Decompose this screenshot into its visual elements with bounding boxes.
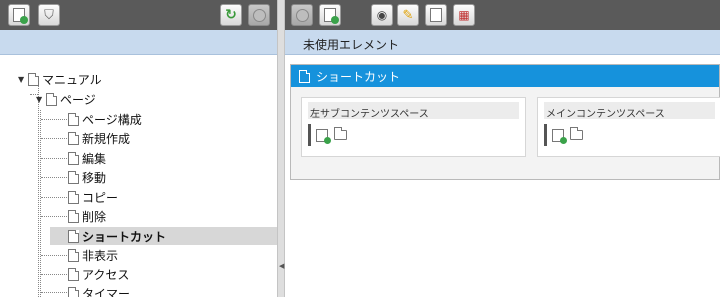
disabled-button[interactable] xyxy=(248,4,270,26)
page-add-icon xyxy=(13,8,28,24)
add-page-tool-button[interactable] xyxy=(319,4,341,26)
tree-item[interactable]: 削除 xyxy=(68,207,106,225)
right-toolbar: ◉ ✎ ▦ xyxy=(285,0,720,30)
tree-item-label: 編集 xyxy=(82,151,107,166)
box-title: 左サブコンテンツスペース xyxy=(308,102,519,120)
shortcut-panel: ショートカット 左サブコンテンツスペース メインコンテンツスペース xyxy=(290,64,720,180)
tree-node-manual[interactable]: ▼ マニュアル xyxy=(18,70,102,88)
page-icon xyxy=(68,248,79,262)
tree-item-label: タイマー xyxy=(82,286,131,297)
tree-item-label: 非表示 xyxy=(82,248,119,263)
page-icon xyxy=(68,267,79,281)
tree-node-page[interactable]: ▼ ページ xyxy=(36,90,96,108)
refresh-icon: ↻ xyxy=(225,7,237,23)
page-icon xyxy=(68,286,79,297)
main-content-space: メインコンテンツスペース xyxy=(537,97,720,157)
pane-splitter[interactable]: ◀ xyxy=(277,0,285,297)
edit-button[interactable]: ✎ xyxy=(397,4,419,26)
left-sub-content-space: 左サブコンテンツスペース xyxy=(301,97,526,157)
add-element-icon[interactable] xyxy=(552,128,567,144)
tree-item[interactable]: アクセス xyxy=(68,265,129,283)
folder-icon[interactable] xyxy=(334,127,347,140)
box-tools xyxy=(544,124,583,146)
unused-elements-bar[interactable]: 未使用エレメント xyxy=(285,30,720,55)
tree-item[interactable]: 編集 xyxy=(68,149,106,167)
page-icon xyxy=(68,229,79,243)
tree-item-label: コピー xyxy=(82,190,119,205)
page-icon xyxy=(68,170,79,184)
tree-item[interactable]: 新規作成 xyxy=(68,129,130,147)
add-element-icon[interactable] xyxy=(316,128,331,144)
page-icon xyxy=(28,72,39,86)
unused-elements-title: 未使用エレメント xyxy=(303,38,400,52)
page-insert-icon xyxy=(430,8,442,22)
add-page-button[interactable] xyxy=(8,4,30,26)
preview-button[interactable]: ◉ xyxy=(371,4,393,26)
circle-icon xyxy=(252,8,266,22)
cms-editor: ⛉ ↻ ◉ ✎ ▦ 未使用エレメント ▼ マニュアル ▼ ページ ページ構成 新… xyxy=(0,0,720,297)
insert-page-button[interactable] xyxy=(425,4,447,26)
left-header-bar xyxy=(0,30,277,55)
tree-item-label: アクセス xyxy=(82,267,130,282)
page-add-icon xyxy=(324,8,339,24)
tree-item-label: ショートカット xyxy=(82,229,167,244)
expand-toggle-icon[interactable]: ▼ xyxy=(36,95,46,104)
tree-item-label: 削除 xyxy=(82,209,107,224)
box-tools xyxy=(308,124,347,146)
tree-item-label: ページ構成 xyxy=(82,112,142,127)
page-icon xyxy=(68,112,79,126)
tree-item-selected[interactable]: ショートカット xyxy=(50,227,277,245)
tree-item[interactable]: 非表示 xyxy=(68,246,118,264)
tree-item[interactable]: コピー xyxy=(68,188,118,206)
preview-icon: ◉ xyxy=(376,8,388,22)
refresh-button[interactable]: ↻ xyxy=(220,4,242,26)
tree-item-label: 新規作成 xyxy=(82,131,131,146)
tree-item[interactable]: ページ構成 xyxy=(68,110,142,128)
panel-header[interactable]: ショートカット xyxy=(291,65,719,87)
calendar-icon: ▦ xyxy=(458,8,470,22)
collapse-arrow-icon[interactable]: ◀ xyxy=(279,262,284,270)
tree-node-label: マニュアル xyxy=(42,72,102,87)
tree-item[interactable]: タイマー xyxy=(68,284,130,297)
circle-icon xyxy=(295,8,309,22)
page-icon xyxy=(68,131,79,145)
box-title: メインコンテンツスペース xyxy=(544,102,715,120)
page-icon xyxy=(68,209,79,223)
schedule-button[interactable]: ▦ xyxy=(453,4,475,26)
left-toolbar: ⛉ ↻ xyxy=(0,0,277,30)
disabled-tool-button[interactable] xyxy=(291,4,313,26)
tree-node-label: ページ xyxy=(60,92,96,107)
expand-toggle-icon[interactable]: ▼ xyxy=(18,75,28,84)
edit-icon: ✎ xyxy=(402,7,414,23)
folder-icon[interactable] xyxy=(570,127,583,140)
page-icon xyxy=(68,190,79,204)
panel-title: ショートカット xyxy=(316,69,401,84)
filter-button[interactable]: ⛉ xyxy=(38,4,60,26)
page-icon xyxy=(68,151,79,165)
page-icon xyxy=(46,92,57,106)
tree-item[interactable]: 移動 xyxy=(68,168,106,186)
page-icon xyxy=(299,69,310,83)
tree-item-label: 移動 xyxy=(82,170,107,185)
page-tree: ▼ マニュアル ▼ ページ ページ構成 新規作成 編集 移動 コピー 削除 ショ… xyxy=(0,56,277,297)
filter-icon: ⛉ xyxy=(44,7,54,23)
